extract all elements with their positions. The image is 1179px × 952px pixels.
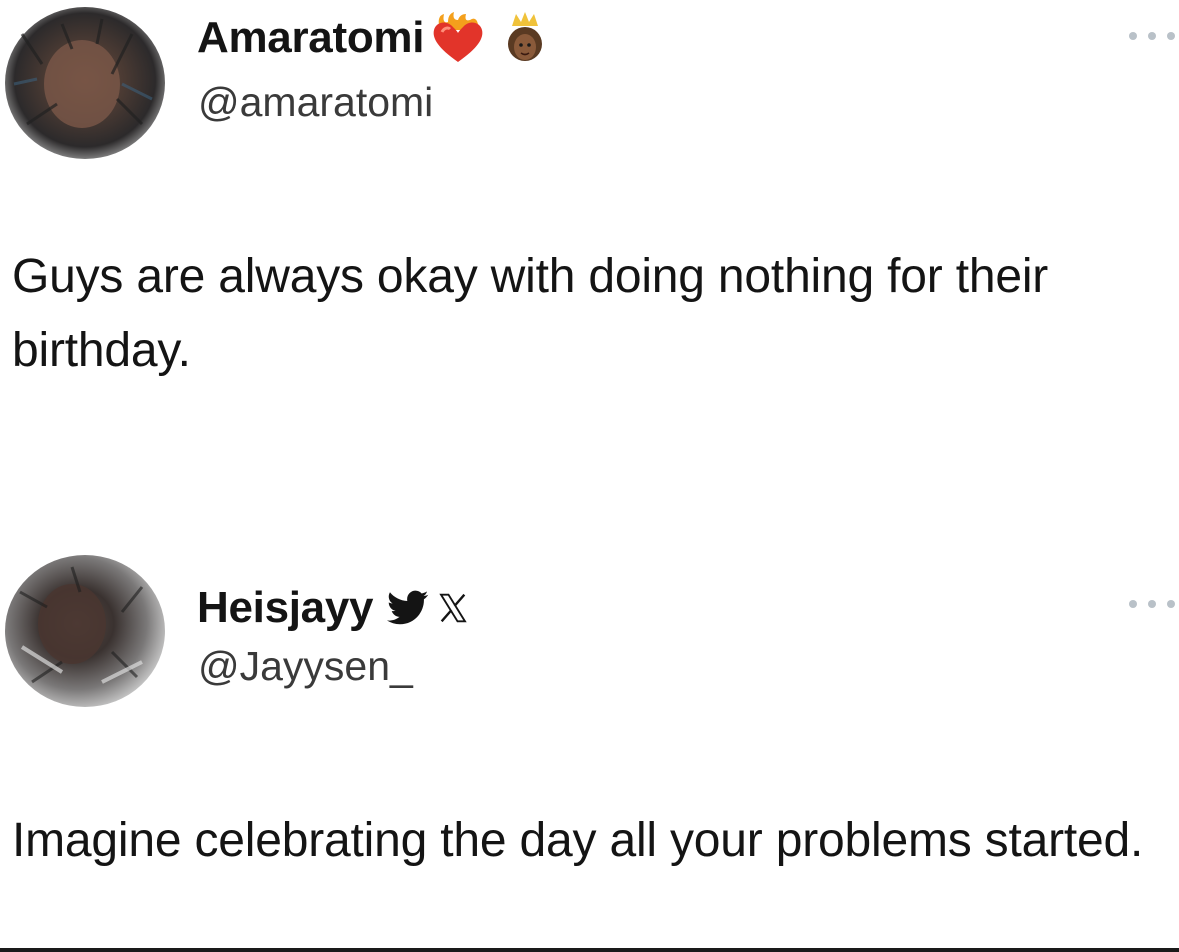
name-row: Heisjayy <box>197 578 469 638</box>
avatar-image <box>5 7 165 159</box>
tweet-text: Guys are always okay with doing nothing … <box>12 250 1049 377</box>
princess-emoji-icon <box>500 10 550 66</box>
tweet-text: Imagine celebrating the day all your pro… <box>12 814 1144 867</box>
dot-icon <box>1129 600 1137 608</box>
dot-icon <box>1148 32 1156 40</box>
user-handle[interactable]: @Jayysen_ <box>198 638 413 694</box>
heart-on-fire-icon <box>430 12 486 64</box>
more-options-button[interactable] <box>1129 594 1175 614</box>
tweet[interactable]: Amaratomi @amaratomi Guys are always oka <box>0 0 1179 540</box>
x-logo-icon <box>437 592 469 624</box>
twitter-bird-icon <box>387 590 429 626</box>
display-name[interactable]: Amaratomi <box>197 8 424 68</box>
name-row: Amaratomi <box>197 8 550 68</box>
dot-icon <box>1129 32 1137 40</box>
tweet[interactable]: Heisjayy @Jayysen_ Imagine celebrating t… <box>0 540 1179 952</box>
avatar[interactable] <box>2 552 168 710</box>
more-options-button[interactable] <box>1129 26 1175 46</box>
dot-icon <box>1167 600 1175 608</box>
bottom-border <box>0 948 1179 952</box>
avatar-image <box>5 555 165 707</box>
user-handle[interactable]: @amaratomi <box>198 74 433 130</box>
avatar[interactable] <box>2 4 168 162</box>
display-name[interactable]: Heisjayy <box>197 578 373 638</box>
dot-icon <box>1148 600 1156 608</box>
dot-icon <box>1167 32 1175 40</box>
